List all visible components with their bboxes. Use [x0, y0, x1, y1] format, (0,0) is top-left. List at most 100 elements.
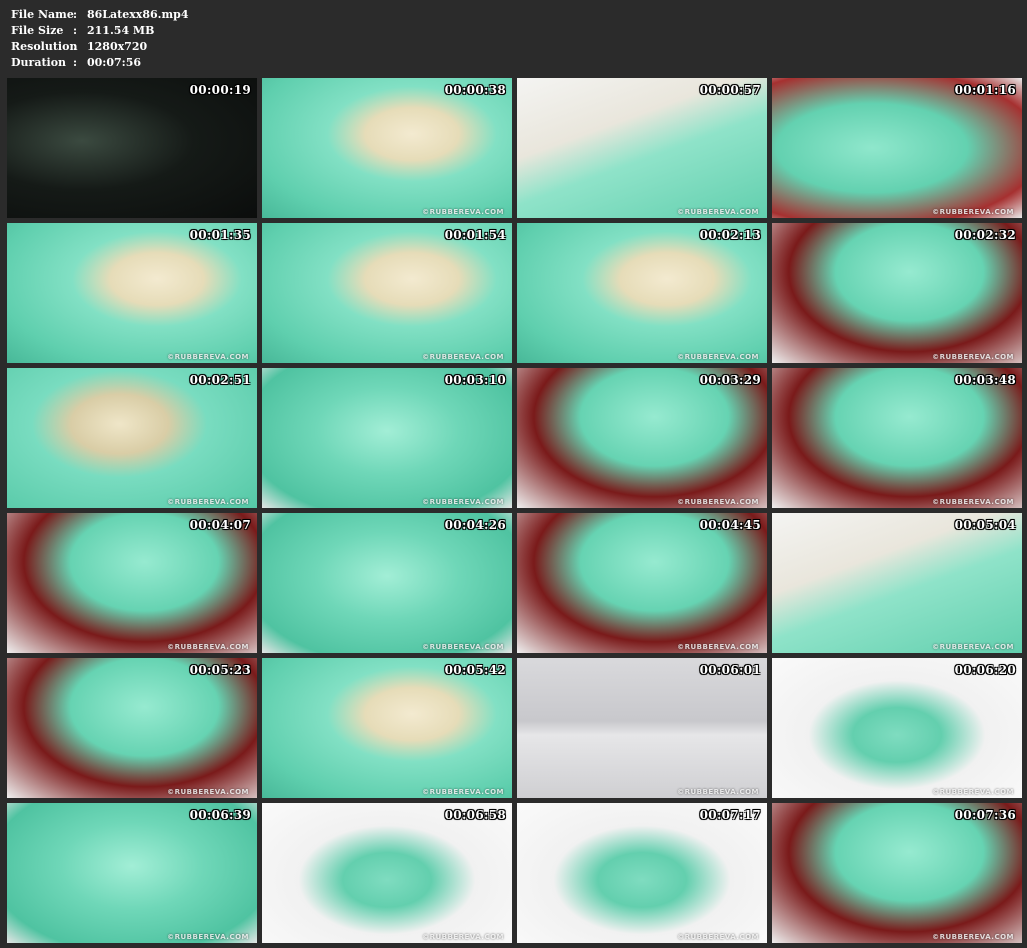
thumbnail-timestamp: 00:02:32 [954, 228, 1016, 242]
thumbnail-image [262, 513, 512, 653]
resolution-label: Resolution [11, 40, 78, 53]
thumbnail-watermark: ©RUBBEREVA.COM [167, 788, 249, 796]
thumbnail-watermark: ©RUBBEREVA.COM [932, 498, 1014, 506]
thumbnail-grid: 00:00:19 00:00:38 ©RUBBEREVA.COM 00:00:57 ©R… [7, 78, 1022, 943]
thumbnail-timestamp: 00:06:20 [954, 663, 1016, 677]
file-size-colon: : [73, 24, 78, 37]
thumbnail-image [517, 223, 767, 363]
thumbnail-watermark: ©RUBBEREVA.COM [167, 353, 249, 361]
thumbnail-timestamp: 00:07:36 [954, 808, 1016, 822]
thumbnail-image [7, 78, 257, 218]
file-size-row: File Size : 211.54 MB [11, 23, 189, 39]
thumbnail-watermark: ©RUBBEREVA.COM [932, 933, 1014, 941]
thumbnail-image [262, 368, 512, 508]
thumbnail-watermark: ©RUBBEREVA.COM [422, 208, 504, 216]
duration-colon: : [73, 56, 78, 69]
thumbnail-image [517, 368, 767, 508]
thumbnail-image [262, 803, 512, 943]
thumbnail-image [262, 223, 512, 363]
thumbnail-tile: 00:03:10 ©RUBBEREVA.COM [262, 368, 512, 508]
thumbnail-timestamp: 00:05:42 [444, 663, 506, 677]
thumbnail-tile: 00:01:54 ©RUBBEREVA.COM [262, 223, 512, 363]
file-name-row: File Name : 86Latexx86.mp4 [11, 7, 189, 23]
thumbnail-watermark: ©RUBBEREVA.COM [422, 933, 504, 941]
file-name-label: File Name [11, 8, 74, 21]
file-name-value: 86Latexx86.mp4 [87, 8, 189, 21]
thumbnail-image [7, 223, 257, 363]
thumbnail-tile: 00:00:38 ©RUBBEREVA.COM [262, 78, 512, 218]
thumbnail-tile: 00:07:36 ©RUBBEREVA.COM [772, 803, 1022, 943]
thumbnail-timestamp: 00:07:17 [699, 808, 761, 822]
thumbnail-tile: 00:06:20 ©RUBBEREVA.COM [772, 658, 1022, 798]
thumbnail-watermark: ©RUBBEREVA.COM [932, 208, 1014, 216]
thumbnail-tile: 00:05:42 ©RUBBEREVA.COM [262, 658, 512, 798]
thumbnail-watermark: ©RUBBEREVA.COM [677, 933, 759, 941]
file-info-header: File Name : 86Latexx86.mp4 File Size : 2… [11, 7, 189, 71]
thumbnail-image [772, 658, 1022, 798]
thumbnail-timestamp: 00:03:48 [954, 373, 1016, 387]
thumbnail-image [262, 78, 512, 218]
thumbnail-tile: 00:02:51 ©RUBBEREVA.COM [7, 368, 257, 508]
thumbnail-tile: 00:05:04 ©RUBBEREVA.COM [772, 513, 1022, 653]
thumbnail-timestamp: 00:04:26 [444, 518, 506, 532]
thumbnail-timestamp: 00:03:29 [699, 373, 761, 387]
thumbnail-watermark: ©RUBBEREVA.COM [167, 498, 249, 506]
thumbnail-timestamp: 00:01:35 [189, 228, 251, 242]
thumbnail-tile: 00:01:35 ©RUBBEREVA.COM [7, 223, 257, 363]
thumbnail-tile: 00:03:29 ©RUBBEREVA.COM [517, 368, 767, 508]
thumbnail-timestamp: 00:03:10 [444, 373, 506, 387]
thumbnail-watermark: ©RUBBEREVA.COM [422, 788, 504, 796]
thumbnail-timestamp: 00:05:04 [954, 518, 1016, 532]
thumbnail-image [517, 803, 767, 943]
duration-label: Duration [11, 56, 67, 69]
thumbnail-image [7, 368, 257, 508]
thumbnail-watermark: ©RUBBEREVA.COM [167, 933, 249, 941]
thumbnail-watermark: ©RUBBEREVA.COM [422, 643, 504, 651]
thumbnail-image [772, 223, 1022, 363]
thumbnail-timestamp: 00:02:13 [699, 228, 761, 242]
file-name-colon: : [73, 8, 78, 21]
thumbnail-watermark: ©RUBBEREVA.COM [932, 353, 1014, 361]
file-size-label: File Size [11, 24, 64, 37]
thumbnail-timestamp: 00:06:01 [699, 663, 761, 677]
thumbnail-timestamp: 00:04:07 [189, 518, 251, 532]
thumbnail-timestamp: 00:05:23 [189, 663, 251, 677]
thumbnail-tile: 00:06:01 ©RUBBEREVA.COM [517, 658, 767, 798]
thumbnail-image [772, 513, 1022, 653]
thumbnail-tile: 00:00:57 ©RUBBEREVA.COM [517, 78, 767, 218]
thumbnail-image [517, 78, 767, 218]
thumbnail-watermark: ©RUBBEREVA.COM [422, 498, 504, 506]
thumbnail-watermark: ©RUBBEREVA.COM [677, 643, 759, 651]
thumbnail-watermark: ©RUBBEREVA.COM [167, 643, 249, 651]
thumbnail-tile: 00:00:19 [7, 78, 257, 218]
thumbnail-image [262, 658, 512, 798]
resolution-value: 1280x720 [87, 40, 148, 53]
thumbnail-image [772, 803, 1022, 943]
thumbnail-timestamp: 00:00:38 [444, 83, 506, 97]
thumbnail-timestamp: 00:00:19 [189, 83, 251, 97]
thumbnail-timestamp: 00:02:51 [189, 373, 251, 387]
thumbnail-tile: 00:06:39 ©RUBBEREVA.COM [7, 803, 257, 943]
thumbnail-image [517, 513, 767, 653]
thumbnail-image [517, 658, 767, 798]
thumbnail-image [772, 368, 1022, 508]
thumbnail-timestamp: 00:00:57 [699, 83, 761, 97]
thumbnail-tile: 00:02:32 ©RUBBEREVA.COM [772, 223, 1022, 363]
thumbnail-timestamp: 00:04:45 [699, 518, 761, 532]
thumbnail-tile: 00:04:07 ©RUBBEREVA.COM [7, 513, 257, 653]
thumbnail-tile: 00:03:48 ©RUBBEREVA.COM [772, 368, 1022, 508]
thumbnail-image [772, 78, 1022, 218]
resolution-row: Resolution : 1280x720 [11, 39, 189, 55]
duration-value: 00:07:56 [87, 56, 142, 69]
thumbnail-timestamp: 00:01:16 [954, 83, 1016, 97]
file-size-value: 211.54 MB [87, 24, 155, 37]
thumbnail-tile: 00:02:13 ©RUBBEREVA.COM [517, 223, 767, 363]
thumbnail-timestamp: 00:06:58 [444, 808, 506, 822]
thumbnail-watermark: ©RUBBEREVA.COM [677, 353, 759, 361]
thumbnail-watermark: ©RUBBEREVA.COM [677, 788, 759, 796]
thumbnail-tile: 00:01:16 ©RUBBEREVA.COM [772, 78, 1022, 218]
thumbnail-tile: 00:04:26 ©RUBBEREVA.COM [262, 513, 512, 653]
thumbnail-watermark: ©RUBBEREVA.COM [932, 788, 1014, 796]
thumbnail-timestamp: 00:06:39 [189, 808, 251, 822]
thumbnail-watermark: ©RUBBEREVA.COM [677, 498, 759, 506]
